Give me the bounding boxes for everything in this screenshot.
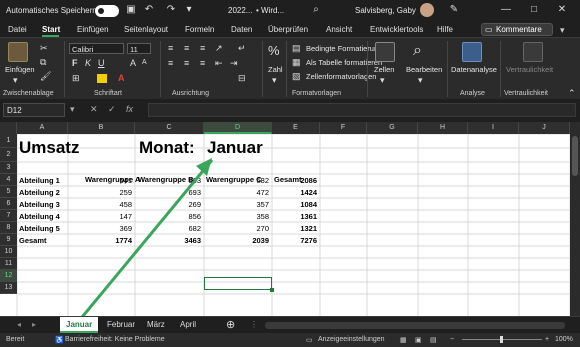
accessibility-status[interactable]: Barrierefreiheit: Keine Probleme	[65, 336, 165, 343]
annotation-arrow	[76, 158, 214, 323]
ready-status: Bereit	[6, 336, 25, 343]
vertical-scrollbar[interactable]	[570, 122, 580, 316]
scroll-thumb[interactable]	[572, 136, 578, 176]
tab-februar[interactable]: Februar	[107, 317, 135, 333]
zoom-out-icon[interactable]: −	[450, 336, 454, 343]
normal-view-icon[interactable]: ▦	[400, 336, 407, 344]
horizontal-scrollbar[interactable]	[265, 322, 565, 329]
sheet-tabs-bar: ◂ ▸ Januar Februar März April ⊕ ⋮	[0, 316, 580, 333]
zoom-level[interactable]: 100%	[555, 336, 573, 343]
page-break-icon[interactable]: ▤	[430, 336, 437, 344]
tab-april[interactable]: April	[180, 317, 196, 333]
accessibility-icon[interactable]: ♿	[55, 336, 64, 344]
next-sheet-icon[interactable]: ▸	[32, 317, 36, 333]
prev-sheet-icon[interactable]: ◂	[17, 317, 21, 333]
tab-januar[interactable]: Januar	[60, 317, 99, 333]
status-bar: Bereit ♿ Barrierefreiheit: Keine Problem…	[0, 333, 580, 347]
zoom-in-icon[interactable]: +	[545, 336, 549, 343]
add-sheet-icon[interactable]: ⊕	[226, 317, 235, 333]
zoom-thumb[interactable]	[500, 336, 503, 343]
tab-maerz[interactable]: März	[147, 317, 165, 333]
display-settings-icon[interactable]: ▭	[306, 336, 313, 344]
display-settings[interactable]: Anzeigeeinstellungen	[318, 336, 385, 343]
tabs-more-icon[interactable]: ⋮	[250, 317, 258, 333]
page-layout-icon[interactable]: ▣	[415, 336, 422, 344]
